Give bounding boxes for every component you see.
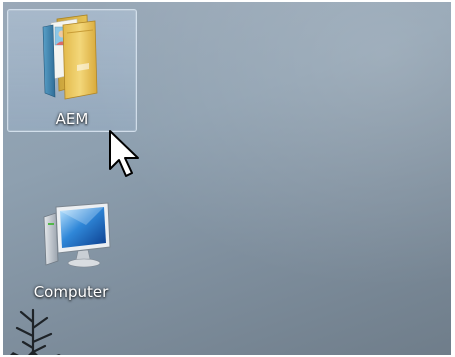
folder-icon: [42, 14, 98, 100]
computer-icon: [43, 202, 111, 268]
desktop-icon-computer[interactable]: Computer: [7, 195, 135, 315]
wallpaper-tree: [10, 308, 61, 355]
mouse-pointer-icon: [109, 130, 139, 177]
desktop-icon-label: AEM: [55, 110, 89, 128]
desktop[interactable]: AEM Computer: [3, 2, 451, 355]
desktop-icon-label: Computer: [33, 283, 109, 301]
desktop-icon-aem[interactable]: AEM: [7, 9, 137, 132]
